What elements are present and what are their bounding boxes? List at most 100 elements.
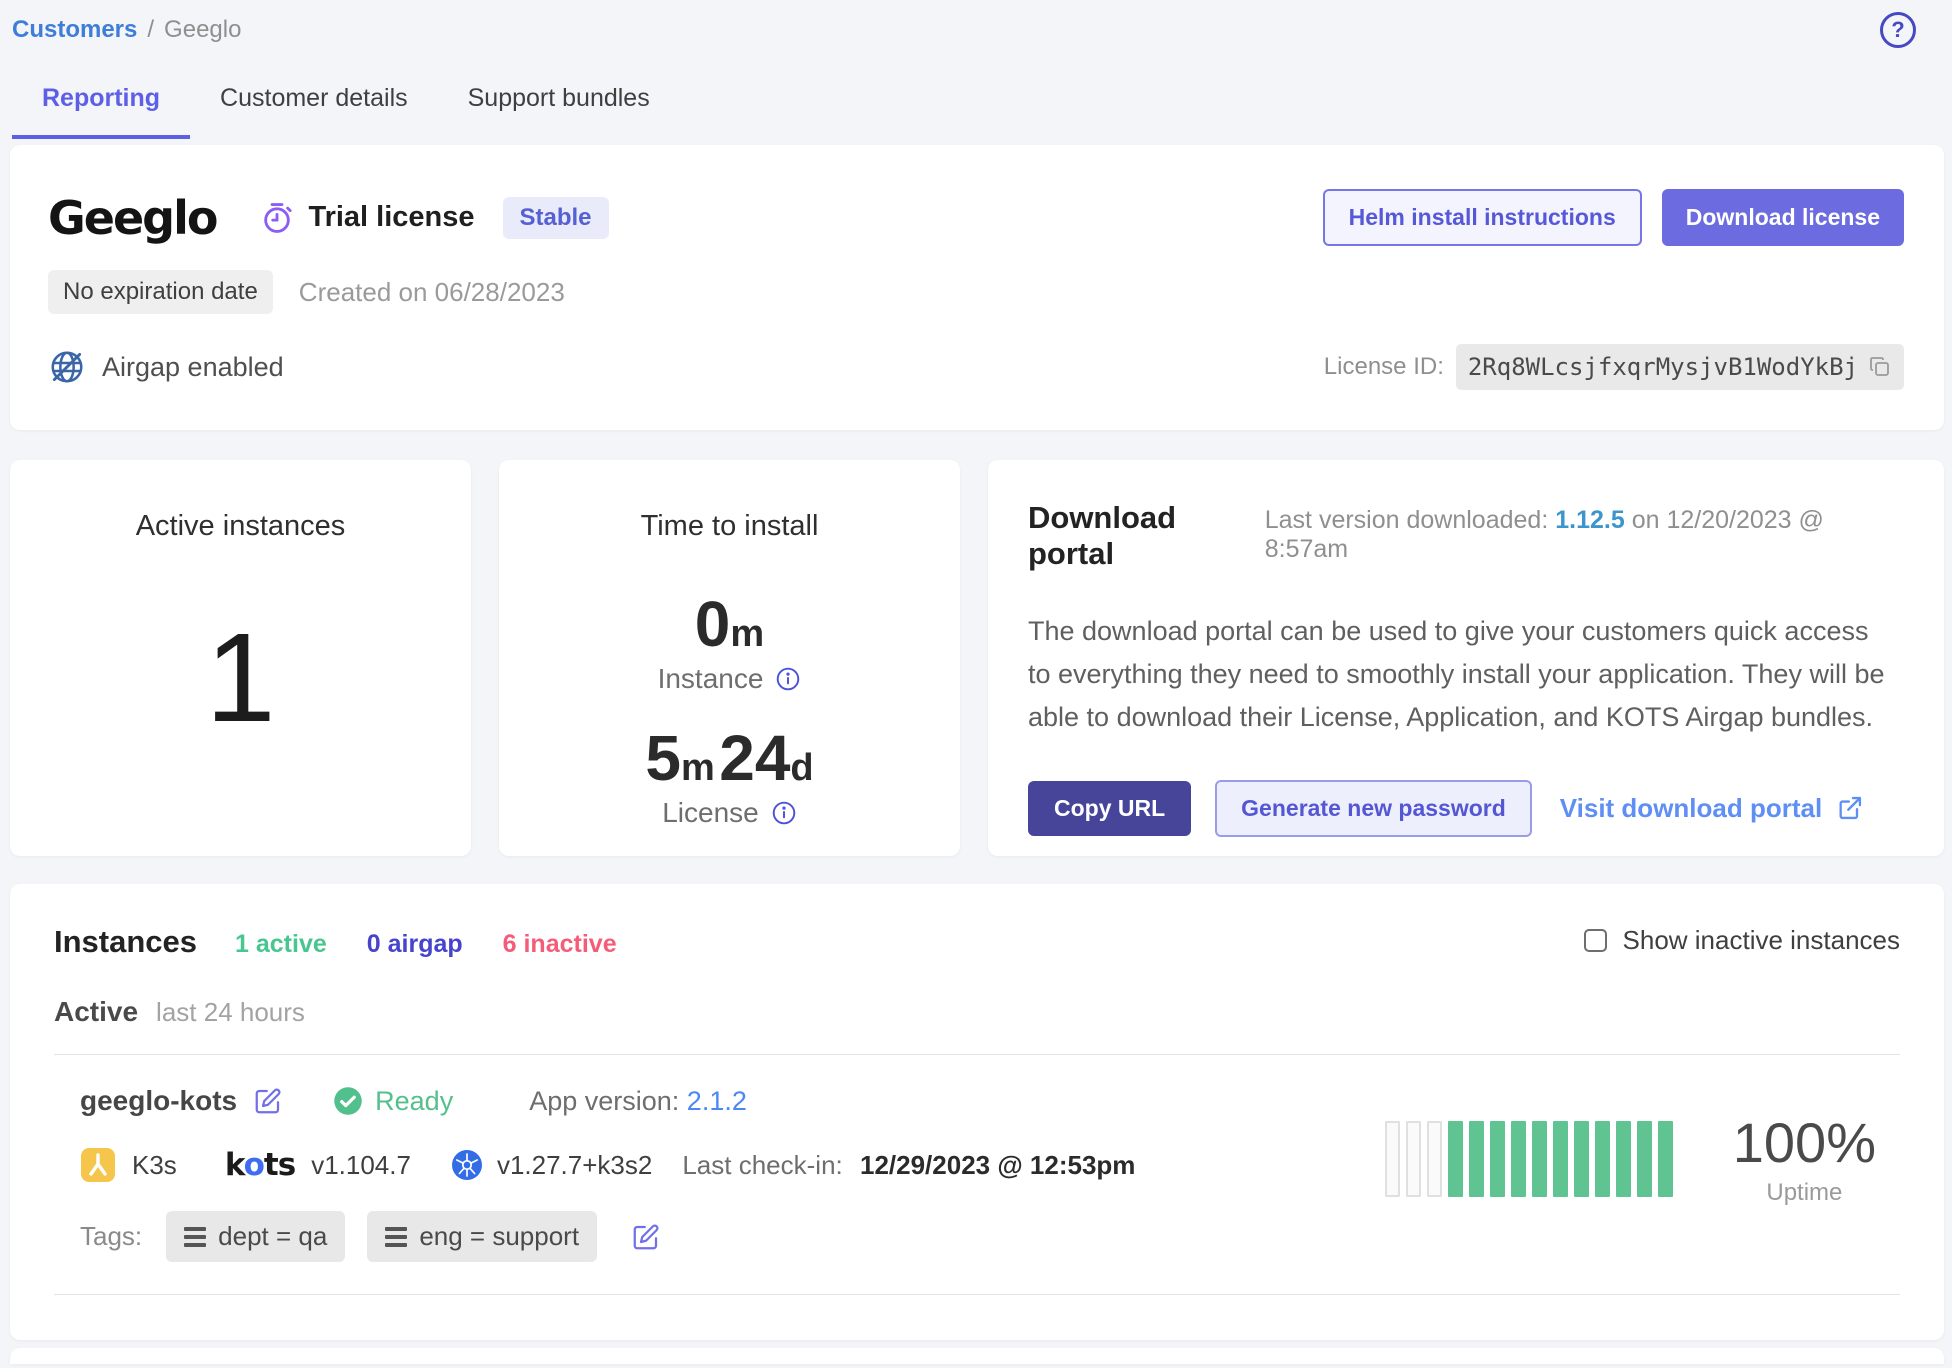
time-to-install-card: Time to install 0m Instance 5m 24d Licen…	[499, 460, 960, 856]
license-install-time: 5m 24d	[645, 721, 813, 795]
license-type: Trial license	[260, 201, 474, 235]
instance-time-value: 0	[695, 588, 731, 660]
instance-time-unit: m	[730, 613, 764, 655]
license-time-label: License	[662, 797, 759, 829]
license-time-unit-1: m	[681, 747, 715, 789]
download-portal-title: Download portal	[1028, 500, 1265, 572]
instance-time-label: Instance	[658, 663, 764, 695]
helm-install-instructions-button[interactable]: Helm install instructions	[1323, 189, 1642, 246]
app-version-link[interactable]: 2.1.2	[687, 1086, 747, 1116]
tag-pill: eng = support	[367, 1211, 597, 1262]
license-info-icon[interactable]	[771, 800, 797, 826]
uptime-bars	[1385, 1121, 1673, 1197]
license-type-label: Trial license	[308, 201, 474, 234]
divider-bottom	[54, 1294, 1900, 1295]
next-card-edge	[10, 1348, 1944, 1364]
uptime-bar	[1511, 1121, 1526, 1197]
tag-bars-icon	[184, 1227, 206, 1247]
tag-label: dept = qa	[218, 1221, 327, 1252]
show-inactive-toggle[interactable]: Show inactive instances	[1584, 925, 1900, 956]
external-link-icon	[1836, 794, 1864, 822]
uptime-bar	[1406, 1121, 1421, 1197]
license-time-unit-2: d	[790, 747, 813, 789]
tag-bars-icon	[385, 1227, 407, 1247]
kots-logo: kots	[225, 1147, 295, 1183]
last-checkin-label: Last check-in:	[682, 1150, 842, 1180]
copy-url-button[interactable]: Copy URL	[1028, 781, 1191, 836]
edit-tags-icon[interactable]	[631, 1222, 661, 1252]
instance-status-label: Ready	[375, 1086, 453, 1117]
uptime-bar	[1637, 1121, 1652, 1197]
app-version-label: App version:	[529, 1086, 679, 1116]
customer-name: Geeglo	[48, 191, 216, 245]
customer-header-card: Geeglo Trial license Stable Helm install…	[10, 145, 1944, 430]
generate-new-password-button[interactable]: Generate new password	[1215, 780, 1532, 837]
tab-support-bundles[interactable]: Support bundles	[438, 84, 680, 139]
edit-instance-name-icon[interactable]	[253, 1086, 283, 1116]
uptime-label: Uptime	[1733, 1179, 1876, 1207]
uptime-bar	[1448, 1121, 1463, 1197]
airgap-count[interactable]: 0 airgap	[367, 930, 463, 959]
show-inactive-checkbox[interactable]	[1584, 929, 1607, 952]
uptime-bar	[1658, 1121, 1673, 1197]
active-section-label: Active	[54, 996, 138, 1028]
visit-portal-label: Visit download portal	[1560, 793, 1822, 824]
tab-customer-details[interactable]: Customer details	[190, 84, 438, 139]
channel-badge: Stable	[503, 197, 609, 239]
license-id-value[interactable]: 2Rq8WLcsjfxqrMysjvB1WodYkBj	[1456, 344, 1904, 390]
ready-check-icon	[333, 1086, 363, 1116]
page: Customers / Geeglo ? Reporting Customer …	[0, 0, 1952, 1364]
k3s-icon	[80, 1147, 116, 1183]
active-instances-card: Active instances 1	[10, 460, 471, 856]
active-instances-count: 1	[205, 605, 275, 750]
download-license-button[interactable]: Download license	[1662, 189, 1904, 246]
uptime-bar	[1427, 1121, 1442, 1197]
instances-card: Instances 1 active 0 airgap 6 inactive S…	[10, 884, 1944, 1340]
breadcrumb-current: Geeglo	[164, 16, 241, 44]
download-portal-card: Download portal Last version downloaded:…	[988, 460, 1944, 856]
time-to-install-title: Time to install	[641, 510, 819, 543]
kots-version: v1.104.7	[311, 1150, 411, 1181]
copy-icon[interactable]	[1868, 355, 1892, 379]
breadcrumb-separator: /	[147, 16, 154, 44]
active-section-sublabel: last 24 hours	[156, 997, 305, 1028]
tab-bar: Reporting Customer details Support bundl…	[10, 84, 1944, 139]
kots-k: k	[225, 1147, 244, 1183]
breadcrumb-customers-link[interactable]: Customers	[12, 16, 137, 44]
trial-timer-icon	[260, 201, 294, 235]
last-checkin-value: 12/29/2023 @ 12:53pm	[860, 1150, 1135, 1180]
distribution-label: K3s	[132, 1150, 177, 1181]
last-version-link[interactable]: 1.12.5	[1555, 506, 1625, 534]
show-inactive-label: Show inactive instances	[1623, 925, 1900, 956]
instance-status: Ready	[333, 1086, 453, 1117]
airgap-status: Airgap enabled	[48, 348, 284, 386]
license-id-label: License ID:	[1324, 353, 1444, 381]
visit-download-portal-link[interactable]: Visit download portal	[1560, 793, 1864, 824]
help-icon[interactable]: ?	[1880, 12, 1916, 48]
uptime-bar	[1532, 1121, 1547, 1197]
uptime-percent: 100%	[1733, 1110, 1876, 1175]
created-date: Created on 06/28/2023	[299, 277, 565, 308]
airgap-label: Airgap enabled	[102, 352, 284, 383]
uptime-bar	[1553, 1121, 1568, 1197]
instance-info-icon[interactable]	[775, 666, 801, 692]
breadcrumb: Customers / Geeglo	[10, 16, 1944, 44]
uptime-bar	[1385, 1121, 1400, 1197]
expiration-badge: No expiration date	[48, 270, 273, 314]
active-count[interactable]: 1 active	[235, 930, 327, 959]
instances-title: Instances	[54, 924, 197, 960]
instance-row: geeglo-kots	[54, 1055, 1900, 1262]
uptime-bar	[1574, 1121, 1589, 1197]
k8s-version: v1.27.7+k3s2	[497, 1150, 652, 1181]
uptime-bar	[1616, 1121, 1631, 1197]
inactive-count[interactable]: 6 inactive	[503, 930, 617, 959]
uptime-bar	[1595, 1121, 1610, 1197]
instance-install-time: 0m	[695, 587, 764, 661]
kubernetes-icon	[451, 1149, 483, 1181]
active-instances-title: Active instances	[136, 510, 346, 543]
tag-label: eng = support	[419, 1221, 579, 1252]
tab-reporting[interactable]: Reporting	[12, 84, 190, 139]
kots-o: o	[244, 1147, 264, 1183]
uptime-block: 100% Uptime	[1385, 1110, 1900, 1207]
tag-pill: dept = qa	[166, 1211, 345, 1262]
